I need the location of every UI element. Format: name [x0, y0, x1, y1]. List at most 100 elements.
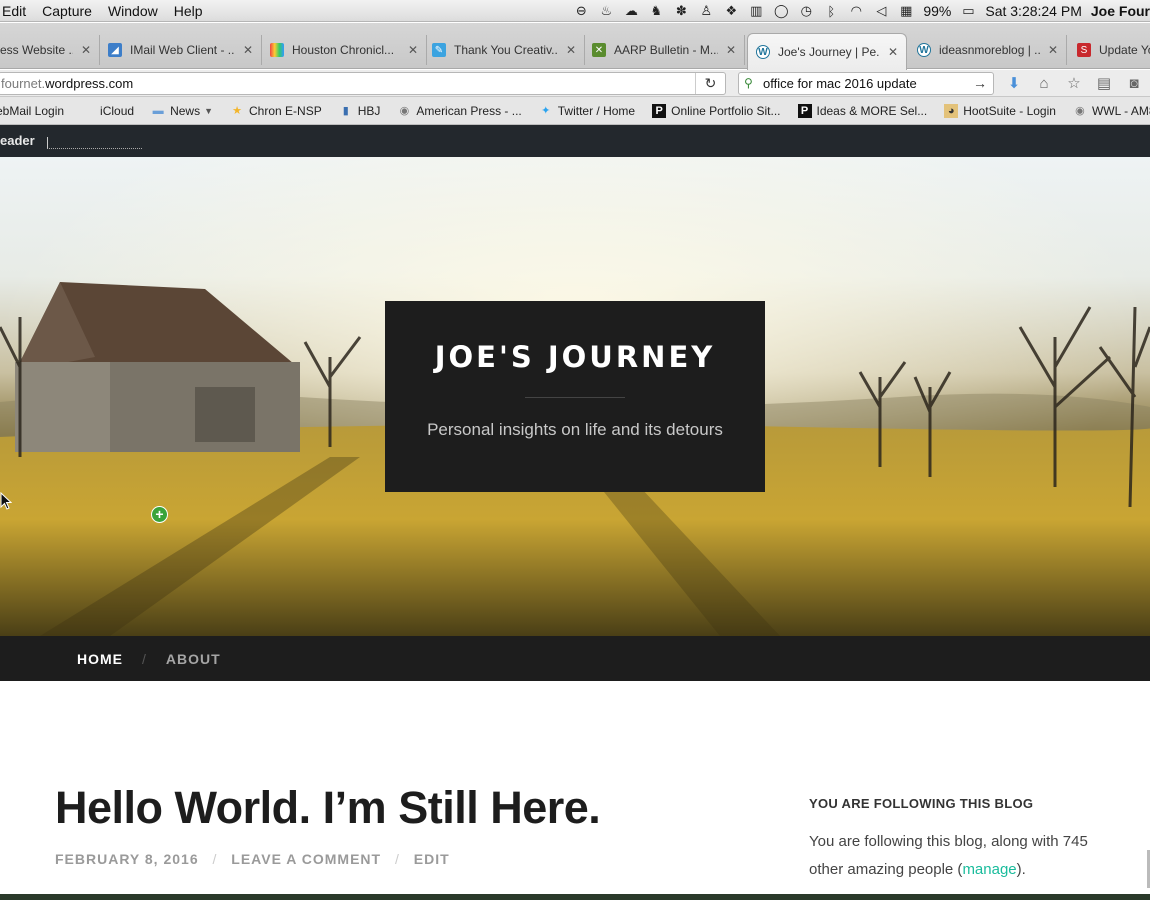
bookmark-twitter[interactable]: ✦ Twitter / Home: [539, 104, 635, 118]
menu-window[interactable]: Window: [100, 0, 166, 22]
bookmark-label: American Press - ...: [416, 103, 522, 118]
menu-edit[interactable]: Edit: [0, 0, 34, 22]
tab-3[interactable]: ✎ Thank You Creativ... ✕: [427, 35, 585, 65]
user-menu[interactable]: Joe Four: [1091, 3, 1150, 19]
bookmark-label: Twitter / Home: [557, 103, 636, 118]
bulb-icon[interactable]: ♙: [698, 3, 714, 19]
tab-label: Joe's Journey | Pe...: [778, 45, 880, 59]
calendar-icon[interactable]: ▦: [898, 3, 914, 19]
keyboard-icon[interactable]: ▥: [748, 3, 764, 19]
copy-plus-icon: +: [151, 506, 168, 523]
globe-icon: ◉: [399, 105, 410, 117]
bookmark-icloud[interactable]: iCloud: [81, 104, 134, 118]
search-box[interactable]: ⚲ office for mac 2016 update →: [738, 72, 994, 95]
bluetooth-icon[interactable]: ᛒ: [823, 3, 839, 19]
bookmark-webmail[interactable]: ebMail Login: [0, 104, 64, 118]
chat-icon[interactable]: ◯: [773, 3, 789, 19]
folder-icon: ▬: [152, 104, 164, 117]
tab-7[interactable]: S Update Yo: [1067, 35, 1150, 65]
leave-comment-link[interactable]: LEAVE A COMMENT: [231, 851, 381, 867]
bookmark-label: WWL - AM870: [1091, 103, 1150, 118]
reading-list-icon[interactable]: ▤: [1094, 73, 1114, 93]
bookmark-folder-news[interactable]: ▬ News ▼: [151, 104, 213, 118]
status-area: ⊖ ♨ ☁ ♞ ✽ ♙ ❖ ▥ ◯ ◷ ᛒ ◠ ◁ ▦ 99% ▭ Sat 3:…: [573, 0, 1150, 22]
tab-4[interactable]: ✕ AARP Bulletin - M... ✕: [585, 35, 745, 65]
url-prefix: fournet.: [1, 76, 46, 91]
battery-icon[interactable]: ▭: [960, 3, 976, 19]
p-icon: P: [797, 103, 812, 118]
tab-label: ess Website ...: [0, 43, 73, 57]
wifi-icon[interactable]: ◠: [848, 3, 864, 19]
close-icon[interactable]: ✕: [566, 43, 576, 57]
bookmark-label: ebMail Login: [0, 103, 65, 118]
tab-1[interactable]: ◢ IMail Web Client - ... ✕: [100, 35, 262, 65]
tab-label: ideasnmoreblog | ...: [939, 43, 1040, 57]
bookmark-chron[interactable]: ★ Chron E-NSP: [230, 104, 322, 118]
post-date-link[interactable]: FEBRUARY 8, 2016: [55, 851, 199, 867]
update-icon: S: [1077, 43, 1091, 57]
tab-label: Houston Chronicl...: [292, 43, 395, 57]
close-icon[interactable]: ✕: [408, 43, 418, 57]
search-go-icon[interactable]: →: [973, 73, 987, 94]
header-image: JOE'S JOURNEY Personal insights on life …: [0, 157, 1150, 636]
tab-5-active[interactable]: W Joe's Journey | Pe... ✕: [747, 33, 907, 70]
nav-about[interactable]: ABOUT: [166, 651, 221, 667]
dropbox-icon[interactable]: ❖: [723, 3, 739, 19]
tab-label: Thank You Creativ...: [454, 43, 558, 57]
search-engine-icon[interactable]: ⚲: [744, 73, 753, 94]
tab-6[interactable]: W ideasnmoreblog | ... ✕: [907, 35, 1067, 65]
volume-icon[interactable]: ◁: [873, 3, 889, 19]
download-icon[interactable]: ⬇: [1004, 73, 1024, 93]
close-icon[interactable]: ✕: [726, 43, 736, 57]
url-bar[interactable]: fournet.wordpress.com ↻: [0, 72, 726, 95]
navigation-bar: fournet.wordpress.com ↻ ⚲ office for mac…: [0, 70, 1150, 97]
tab-label: AARP Bulletin - M...: [614, 43, 718, 57]
admin-bar-search-field[interactable]: [47, 137, 142, 149]
close-icon[interactable]: ✕: [888, 45, 898, 59]
reload-icon[interactable]: ↻: [695, 73, 725, 94]
edit-post-link[interactable]: EDIT: [414, 851, 450, 867]
battery-percent[interactable]: 99%: [923, 3, 951, 19]
flame-icon[interactable]: ♨: [598, 3, 614, 19]
follow-widget-title: YOU ARE FOLLOWING THIS BLOG: [809, 796, 1034, 811]
tab-2[interactable]: Houston Chronicl... ✕: [262, 35, 427, 65]
creative-cloud-icon[interactable]: ☁: [623, 3, 639, 19]
tab-strip: ess Website ... ✕ ◢ IMail Web Client - .…: [0, 23, 1150, 70]
clock[interactable]: Sat 3:28:24 PM: [985, 3, 1082, 19]
nav-home[interactable]: HOME: [77, 651, 123, 667]
bookmark-label: HootSuite - Login: [963, 103, 1056, 118]
menu-help[interactable]: Help: [166, 0, 211, 22]
home-icon[interactable]: ⌂: [1034, 73, 1054, 93]
bookmark-label: Ideas & MORE Sel...: [816, 103, 928, 118]
url-domain: wordpress.com: [45, 76, 134, 91]
pocket-icon[interactable]: ◙: [1124, 73, 1144, 93]
bookmark-american-press[interactable]: ◉ American Press - ...: [397, 103, 522, 118]
bookmark-ideas-more[interactable]: P Ideas & MORE Sel...: [797, 103, 928, 118]
search-input[interactable]: office for mac 2016 update: [763, 76, 917, 91]
menu-capture[interactable]: Capture: [34, 0, 100, 22]
close-icon[interactable]: ✕: [81, 43, 91, 57]
bookmark-hootsuite[interactable]: ◕ HootSuite - Login: [944, 103, 1056, 118]
bookmark-wwl[interactable]: ◉ WWL - AM870: [1073, 104, 1150, 118]
content-image-edge: [0, 894, 1150, 900]
close-icon[interactable]: ✕: [1048, 43, 1058, 57]
chevron-down-icon: ▼: [204, 105, 214, 116]
tab-0[interactable]: ess Website ... ✕: [0, 35, 100, 65]
post-title[interactable]: Hello World. I’m Still Here.: [55, 782, 601, 834]
bookmark-label: HBJ: [357, 103, 381, 118]
evernote-icon[interactable]: ♞: [648, 3, 664, 19]
bookmark-online-portfolio[interactable]: P Online Portfolio Sit...: [652, 103, 781, 118]
paw-icon[interactable]: ✽: [673, 3, 689, 19]
tab-label: Update Yo: [1099, 43, 1150, 57]
title-divider: [525, 397, 625, 398]
reader-link[interactable]: eader: [0, 133, 35, 148]
time-machine-icon[interactable]: ◷: [798, 3, 814, 19]
site-title[interactable]: JOE'S JOURNEY: [385, 340, 765, 374]
do-not-disturb-icon[interactable]: ⊖: [573, 3, 589, 19]
bookmark-label: iCloud: [100, 103, 135, 118]
close-icon[interactable]: ✕: [243, 43, 253, 57]
hbj-icon: ▮: [342, 105, 349, 117]
manage-link[interactable]: manage: [962, 861, 1016, 878]
bookmark-hbj[interactable]: ▮ HBJ: [339, 104, 381, 118]
bookmark-star-icon[interactable]: ☆: [1064, 73, 1084, 93]
